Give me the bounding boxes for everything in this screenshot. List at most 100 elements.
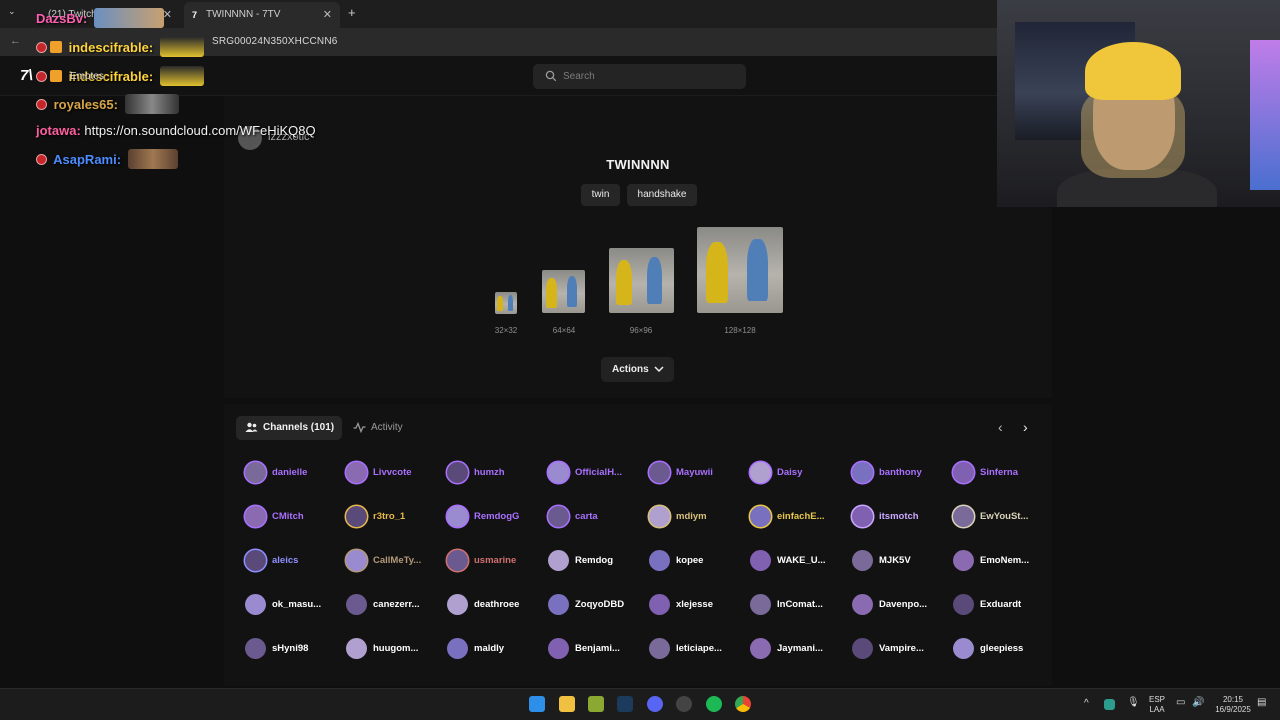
channel-name: Daisy xyxy=(777,467,803,478)
channel-item[interactable]: maldly xyxy=(447,638,545,660)
activity-icon xyxy=(353,422,366,433)
channel-name: Mayuwii xyxy=(676,467,713,478)
emote-preview-96 xyxy=(609,248,674,313)
minecraft-icon[interactable] xyxy=(588,696,604,712)
previous-page-icon[interactable]: ‹ xyxy=(998,420,1003,434)
badge-icon xyxy=(36,99,47,110)
microphone-icon[interactable]: 🎙 xyxy=(1127,697,1140,708)
channel-item[interactable]: canezerr... xyxy=(346,594,444,616)
volume-icon[interactable]: 🔊 xyxy=(1192,697,1204,708)
actions-button[interactable]: Actions xyxy=(601,357,674,382)
size-label-96: 96×96 xyxy=(629,326,653,335)
channel-item[interactable]: Livvcote xyxy=(346,462,444,484)
channel-item[interactable]: usmarine xyxy=(447,550,545,572)
channel-item[interactable]: EwYouSt... xyxy=(953,506,1051,528)
channel-name: ZoqyoDBD xyxy=(575,599,625,610)
channel-item[interactable]: aleics xyxy=(245,550,343,572)
channel-item[interactable]: danielle xyxy=(245,462,343,484)
channel-name: carta xyxy=(575,511,598,522)
channel-item[interactable]: Daisy xyxy=(750,462,848,484)
channel-item[interactable]: mdiym xyxy=(649,506,747,528)
channel-item[interactable]: EmoNem... xyxy=(953,550,1051,572)
channel-item[interactable]: einfachE... xyxy=(750,506,848,528)
tag-twin[interactable]: twin xyxy=(581,184,620,206)
tag-handshake[interactable]: handshake xyxy=(627,184,697,206)
chrome-icon[interactable] xyxy=(735,696,751,712)
channel-item[interactable]: Davenpo... xyxy=(852,594,950,616)
channel-name: kopee xyxy=(676,555,704,566)
channel-item[interactable]: Sinferna xyxy=(953,462,1051,484)
windows-start-icon[interactable] xyxy=(529,696,545,712)
notifications-icon[interactable]: ▤ xyxy=(1257,697,1266,708)
channel-avatar xyxy=(548,462,569,483)
channel-item[interactable]: deathroee xyxy=(447,594,545,616)
clock[interactable]: 20:15 16/9/2025 xyxy=(1208,695,1258,715)
channel-item[interactable]: r3tro_1 xyxy=(346,506,444,528)
webcam-overlay xyxy=(997,0,1280,207)
channel-item[interactable]: Jaymani... xyxy=(750,638,848,660)
emotes-nav-link[interactable]: Emotes xyxy=(70,71,104,82)
channel-avatar xyxy=(346,462,367,483)
channel-name: OfficialH... xyxy=(575,467,622,478)
channel-name: gleepiess xyxy=(980,643,1024,654)
channel-item[interactable]: huugom... xyxy=(346,638,444,660)
spotify-icon[interactable] xyxy=(706,696,722,712)
channel-item[interactable]: Vampire... xyxy=(852,638,950,660)
channel-item[interactable]: humzh xyxy=(447,462,545,484)
channel-name: aleics xyxy=(272,555,299,566)
channel-item[interactable]: Benjami... xyxy=(548,638,646,660)
channel-item[interactable]: MJK5V xyxy=(852,550,950,572)
channel-item[interactable]: leticiape... xyxy=(649,638,747,660)
tray-chevron-up-icon[interactable]: ^ xyxy=(1084,698,1089,709)
channel-item[interactable]: InComat... xyxy=(750,594,848,616)
channel-name: CMitch xyxy=(272,511,304,522)
channel-item[interactable]: CallMeTy... xyxy=(346,550,444,572)
chat-link[interactable]: https://on.soundcloud.com/WFeHiKQ8Q xyxy=(84,123,315,138)
search-placeholder: Search xyxy=(563,71,595,82)
size-label-128: 128×128 xyxy=(724,326,756,335)
chat-username: royales65: xyxy=(53,97,118,112)
channel-item[interactable]: sHyni98 xyxy=(245,638,343,660)
language-indicator[interactable]: ESP LAA xyxy=(1146,695,1168,715)
next-page-icon[interactable]: › xyxy=(1023,420,1028,434)
tab-activity[interactable]: Activity xyxy=(344,416,414,440)
discord-icon[interactable] xyxy=(647,696,663,712)
channel-item[interactable]: RemdogG xyxy=(447,506,545,528)
channel-item[interactable]: gleepiess xyxy=(953,638,1051,660)
chat-username: indescifrable: xyxy=(68,40,154,55)
channel-avatar xyxy=(649,638,670,659)
chevron-down-icon xyxy=(654,366,664,373)
channel-avatar xyxy=(346,550,367,571)
app-icon[interactable] xyxy=(676,696,692,712)
channel-item[interactable]: itsmotch xyxy=(852,506,950,528)
search-input[interactable]: Search xyxy=(533,64,746,89)
channel-avatar xyxy=(852,550,873,571)
tab-channels-label: Channels (101) xyxy=(263,422,335,433)
channel-name: EwYouSt... xyxy=(980,511,1029,522)
file-explorer-icon[interactable] xyxy=(559,696,575,712)
channel-item[interactable]: ok_masu... xyxy=(245,594,343,616)
channel-item[interactable]: banthony xyxy=(852,462,950,484)
channel-item[interactable]: Remdog xyxy=(548,550,646,572)
channel-item[interactable]: OfficialH... xyxy=(548,462,646,484)
steam-icon[interactable] xyxy=(617,696,633,712)
channel-item[interactable]: xlejesse xyxy=(649,594,747,616)
channel-avatar xyxy=(953,550,974,571)
channel-item[interactable]: Mayuwii xyxy=(649,462,747,484)
tab-channels[interactable]: Channels (101) xyxy=(236,416,342,440)
channel-item[interactable]: carta xyxy=(548,506,646,528)
channel-name: xlejesse xyxy=(676,599,713,610)
size-label-64: 64×64 xyxy=(552,326,576,335)
channel-avatar xyxy=(346,638,367,659)
network-icon[interactable]: ▭ xyxy=(1176,697,1185,708)
channel-avatar xyxy=(548,506,569,527)
channel-item[interactable]: Exduardt xyxy=(953,594,1051,616)
channel-item[interactable]: ZoqyoDBD xyxy=(548,594,646,616)
chat-emote xyxy=(127,149,178,169)
channel-item[interactable]: kopee xyxy=(649,550,747,572)
emote-title: TWINNNN xyxy=(606,157,670,172)
channel-avatar xyxy=(852,462,873,483)
tray-app-icon[interactable] xyxy=(1104,699,1115,710)
channel-item[interactable]: WAKE_U... xyxy=(750,550,848,572)
channel-item[interactable]: CMitch xyxy=(245,506,343,528)
